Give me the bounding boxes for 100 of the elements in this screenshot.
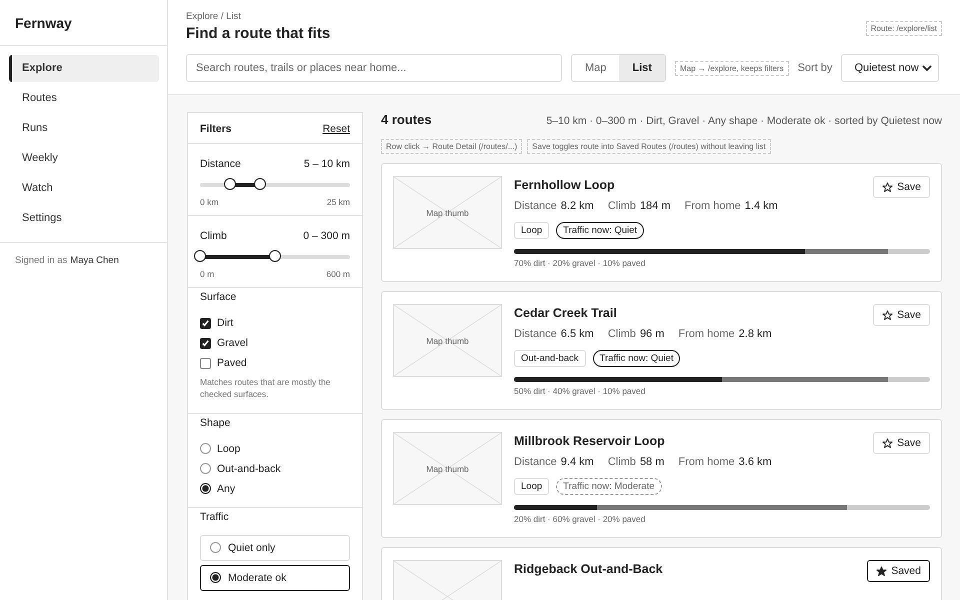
option-label: Quiet only xyxy=(228,542,276,554)
behavior-note: Row click → Route Detail (/routes/...) xyxy=(381,139,522,154)
stat-value: 9.4 km xyxy=(560,456,594,468)
radio-button[interactable] xyxy=(200,483,211,494)
radio-button[interactable] xyxy=(200,443,211,454)
sort-dropdown[interactable]: Quietest now xyxy=(841,54,940,82)
stat-label: Distance xyxy=(514,328,557,340)
range-label: Climb xyxy=(200,230,227,242)
range-max: 600 m xyxy=(326,269,350,279)
traffic-tag: Traffic now: Moderate xyxy=(556,478,662,495)
route-note: Route: /explore/list xyxy=(866,21,942,36)
nav-item[interactable]: Explore xyxy=(9,55,159,82)
nav-item[interactable]: Runs xyxy=(9,115,159,142)
range-value: 5 – 10 km xyxy=(304,158,350,170)
range-min: 0 m xyxy=(200,269,214,279)
stat-value: 58 m xyxy=(640,456,664,468)
sort-label: Sort by xyxy=(798,62,832,74)
nav-item[interactable]: Routes xyxy=(9,85,159,112)
user-name: Maya Chen xyxy=(70,255,119,266)
thumbnail-label: Map thumb xyxy=(426,464,469,474)
star-icon xyxy=(882,438,894,448)
save-button[interactable]: Save xyxy=(873,432,930,454)
slider-thumb[interactable] xyxy=(194,250,206,262)
section-title: Shape xyxy=(199,416,232,429)
route-card[interactable]: Map thumb Cedar Creek Trail Save Distance 6.5 km Climb 96 m From home 2.8 km Out-and-back Traffic now: Quiet 50% dirt · 40% gravel · 10% paved xyxy=(381,291,942,410)
traffic-option[interactable]: Moderate ok xyxy=(200,564,350,591)
star-icon xyxy=(882,310,894,320)
checkbox[interactable] xyxy=(200,338,211,348)
thumbnail-label: Map thumb xyxy=(426,336,469,346)
star-icon xyxy=(882,182,894,192)
save-button[interactable]: Save xyxy=(873,176,930,198)
stat-label: Climb xyxy=(608,456,636,468)
stat-label: Climb xyxy=(608,200,636,212)
stat-label: From home xyxy=(678,328,735,340)
traffic-option[interactable]: Quiet only xyxy=(200,534,350,561)
option-label: Paved xyxy=(217,357,247,369)
signed-in-label: Signed in as xyxy=(15,255,68,266)
checkbox[interactable] xyxy=(200,318,211,328)
route-name: Fernhollow Loop xyxy=(514,178,615,192)
view-tab[interactable]: List xyxy=(619,55,665,81)
route-name: Ridgeback Out-and-Back xyxy=(514,562,663,576)
nav-item[interactable]: Watch xyxy=(9,175,159,202)
traffic-tag: Traffic now: Quiet xyxy=(556,222,644,239)
range-value: 0 – 300 m xyxy=(303,230,350,242)
behavior-note: Save toggles route into Saved Routes (/routes) without leaving list xyxy=(527,139,771,154)
range-min: 0 km xyxy=(200,197,218,207)
stat-value: 6.5 km xyxy=(560,328,594,340)
star-icon xyxy=(876,566,888,576)
stat-label: From home xyxy=(684,200,741,212)
slider-thumb[interactable] xyxy=(269,250,281,262)
view-note: Map → /explore, keeps filters xyxy=(674,60,789,76)
slider-thumb[interactable] xyxy=(224,178,236,190)
brand-name: Fernway xyxy=(0,0,167,46)
save-button[interactable]: Saved xyxy=(867,560,930,582)
surface-breakdown: 20% dirt · 60% gravel · 20% paved xyxy=(514,514,646,524)
stat-value: 1.4 km xyxy=(744,200,778,212)
filter-summary: 5–10 km · 0–300 m · Dirt, Gravel · Any shape · Moderate ok · sorted by Quietest now xyxy=(546,115,942,127)
stat-label: Climb xyxy=(608,328,636,340)
save-button[interactable]: Save xyxy=(873,304,930,326)
caret-icon xyxy=(922,65,932,71)
route-card[interactable]: Map thumb Fernhollow Loop Save Distance 8.2 km Climb 184 m From home 1.4 km Loop Traffic now: Quiet 70% dirt · 20% gravel · 10% paved xyxy=(381,163,942,282)
thumbnail-label: Map thumb xyxy=(426,208,469,218)
range-max: 25 km xyxy=(326,197,350,207)
radio-button[interactable] xyxy=(210,572,221,584)
shape-tag: Out-and-back xyxy=(514,350,586,367)
surface-breakdown: 50% dirt · 40% gravel · 10% paved xyxy=(514,386,646,396)
stat-value: 3.6 km xyxy=(738,456,772,468)
stat-value: 184 m xyxy=(640,200,671,212)
option-label: Dirt xyxy=(217,317,234,329)
option-label: Gravel xyxy=(217,337,248,349)
stat-label: Distance xyxy=(514,200,557,212)
stat-label: From home xyxy=(678,456,735,468)
nav-item[interactable]: Settings xyxy=(9,205,159,232)
traffic-tag: Traffic now: Quiet xyxy=(592,350,680,367)
shape-tag: Loop xyxy=(514,478,550,495)
route-card[interactable]: Ridgeback Out-and-Back Saved xyxy=(381,547,942,600)
reset-link[interactable]: Reset xyxy=(322,123,350,135)
filters-title: Filters xyxy=(200,123,232,135)
option-label: Out-and-back xyxy=(217,462,281,475)
stat-value: 96 m xyxy=(640,328,664,340)
radio-button[interactable] xyxy=(210,542,221,554)
radio-button[interactable] xyxy=(200,463,211,474)
result-count: 4 routes xyxy=(381,112,432,127)
stat-value: 2.8 km xyxy=(738,328,772,340)
slider-thumb[interactable] xyxy=(254,178,266,190)
option-label: Loop xyxy=(217,442,240,455)
shape-tag: Loop xyxy=(514,222,550,239)
stat-value: 8.2 km xyxy=(560,200,594,212)
stat-label: Distance xyxy=(514,456,557,468)
route-card[interactable]: Map thumb Millbrook Reservoir Loop Save Distance 9.4 km Climb 58 m From home 3.6 km Loop Traffic now: Moderate 20% dirt · 60% gravel · 20% paved xyxy=(381,419,942,538)
section-title: Traffic xyxy=(199,510,230,523)
checkbox[interactable] xyxy=(200,358,211,368)
section-title: Surface xyxy=(199,291,238,303)
surface-hint: Matches routes that are mostly the checked surfaces. xyxy=(200,377,332,401)
range-label: Distance xyxy=(200,158,241,170)
option-label: Moderate ok xyxy=(228,572,286,584)
search-field[interactable]: Search routes, trails or places near home... xyxy=(186,54,562,82)
route-name: Millbrook Reservoir Loop xyxy=(514,434,665,448)
nav-item[interactable]: Weekly xyxy=(9,145,159,172)
surface-breakdown: 70% dirt · 20% gravel · 10% paved xyxy=(514,258,646,268)
